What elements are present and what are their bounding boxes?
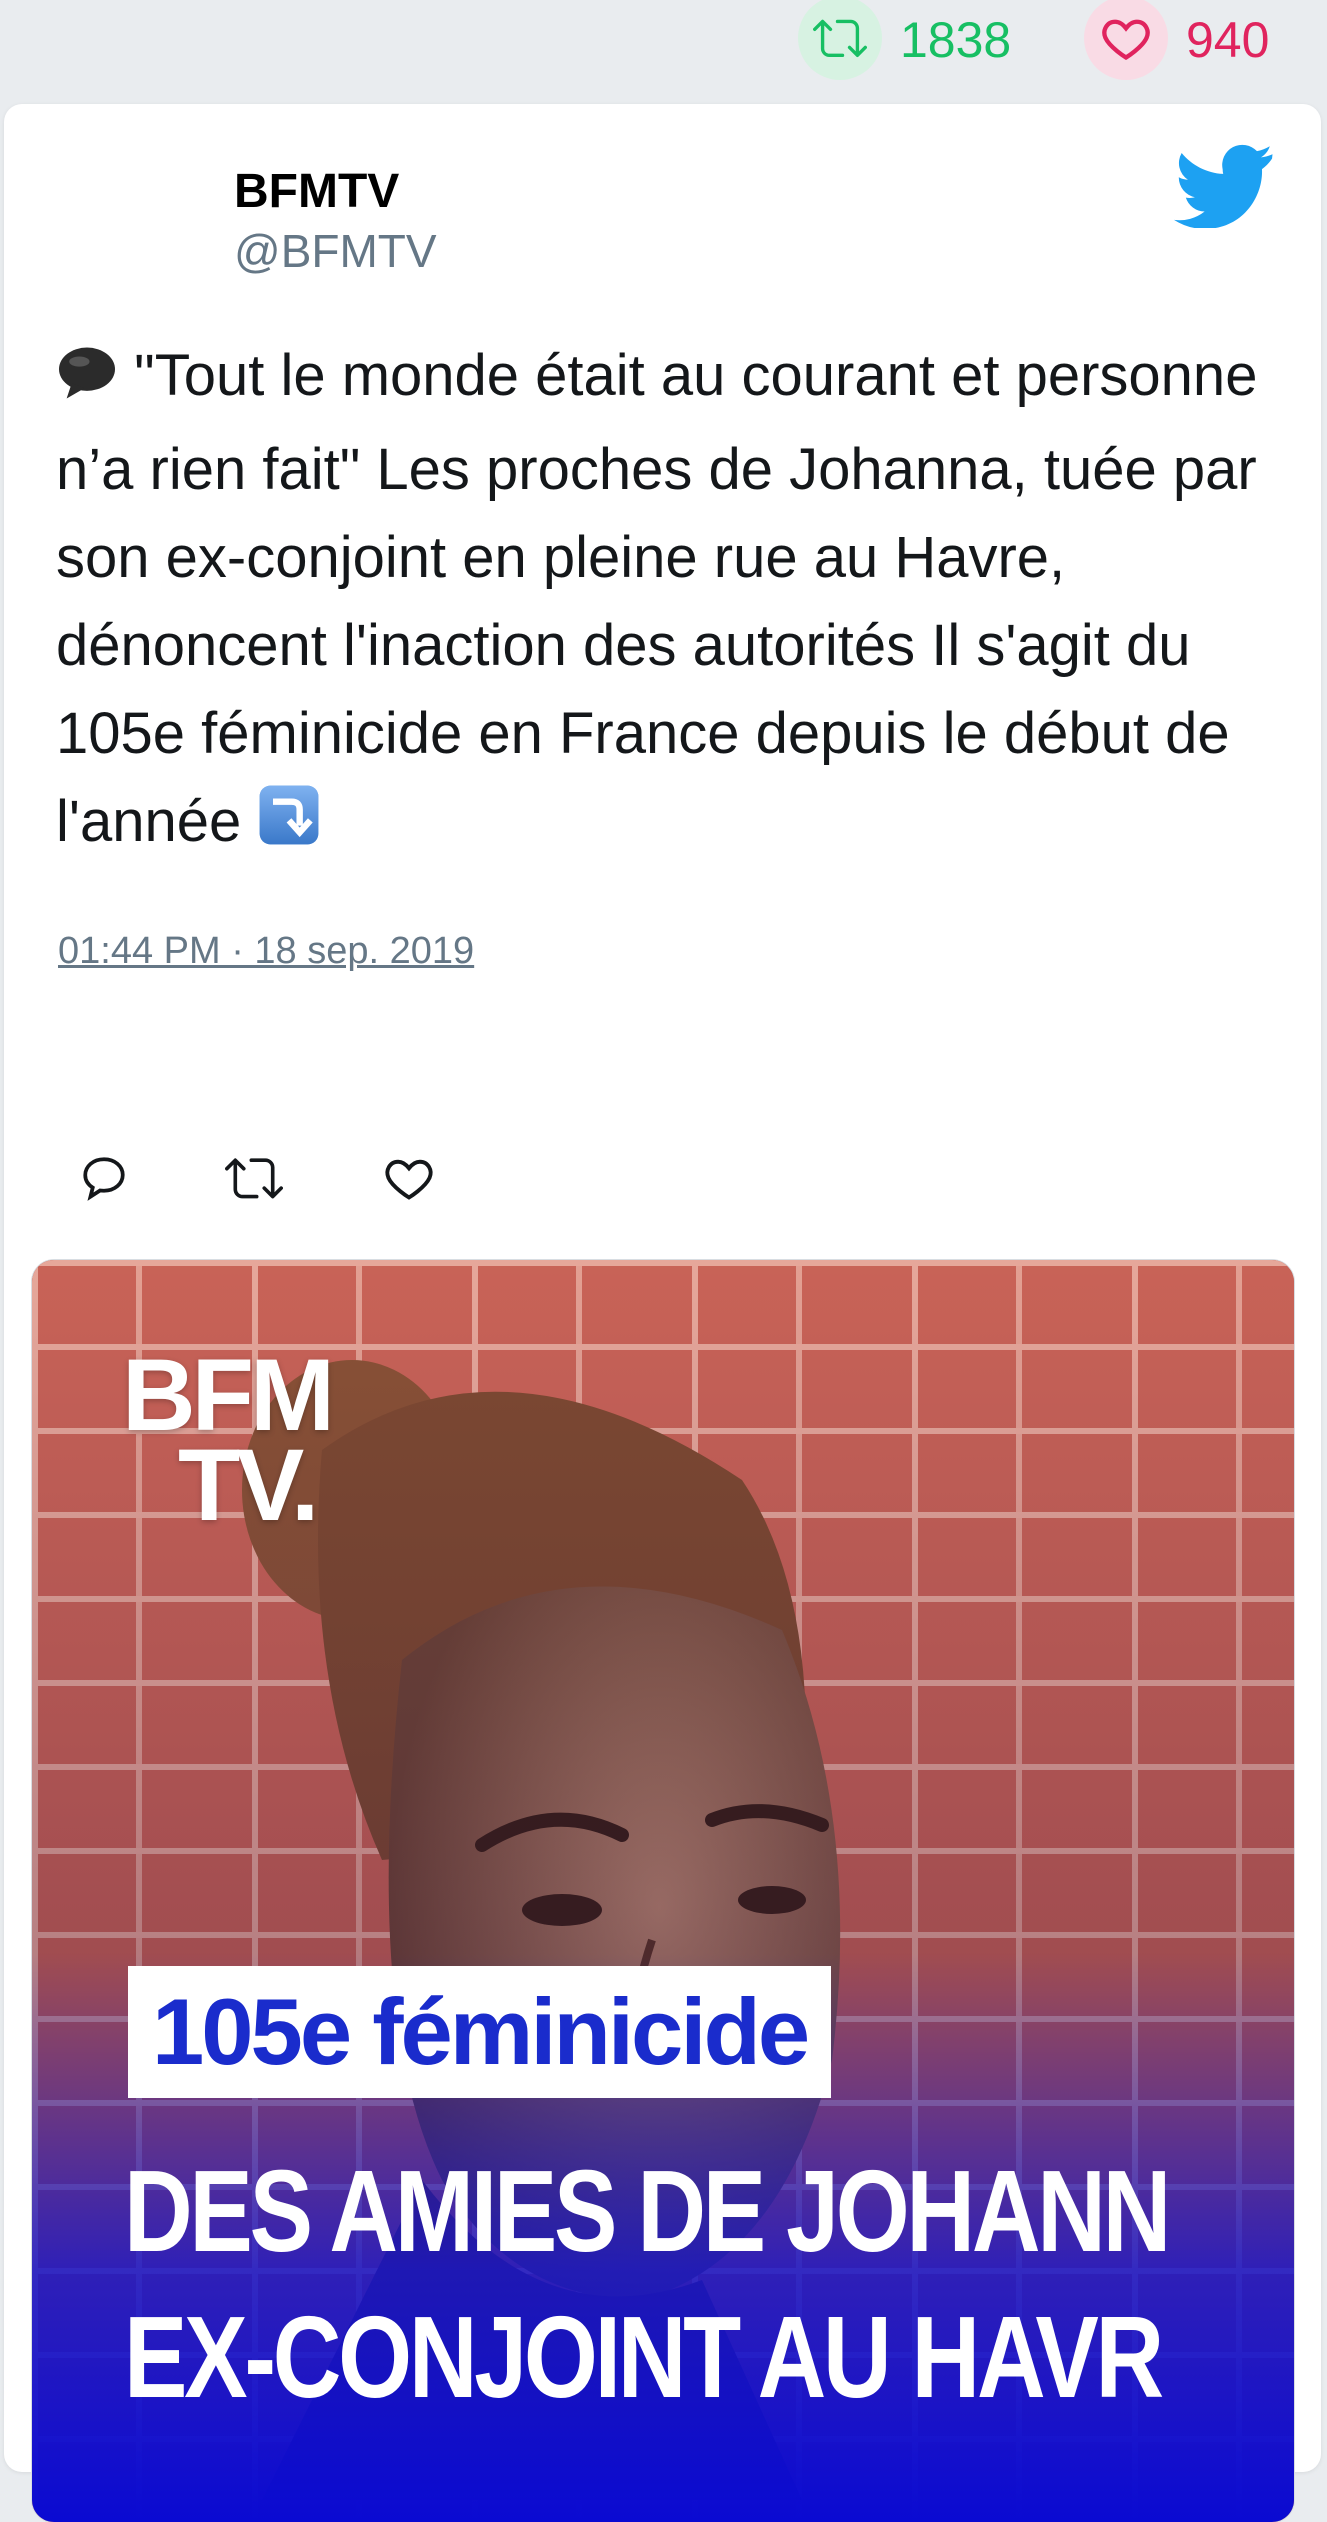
retweet-button[interactable] bbox=[224, 1150, 284, 1210]
tweet-media[interactable]: BFM TV. 105e féminicide DES AMIES DE JOH… bbox=[32, 1260, 1294, 2522]
headline-box: 105e féminicide bbox=[128, 1966, 832, 2098]
author-handle[interactable]: @BFMTV bbox=[234, 224, 437, 278]
heart-icon bbox=[1084, 0, 1168, 80]
stats-bar: 1838 940 bbox=[0, 0, 1327, 100]
reply-icon bbox=[79, 1153, 129, 1208]
like-button[interactable] bbox=[379, 1150, 439, 1210]
like-count-stat[interactable]: 940 bbox=[1084, 0, 1269, 80]
twitter-bird-icon[interactable] bbox=[1174, 144, 1274, 229]
speech-bubble-icon bbox=[56, 338, 118, 426]
media-caption-line-2: EX-CONJOINT AU HAVR bbox=[124, 2292, 1164, 2422]
media-caption-line-1: DES AMIES DE JOHANN bbox=[124, 2146, 1171, 2276]
like-count: 940 bbox=[1186, 12, 1270, 68]
retweet-icon bbox=[225, 1149, 283, 1212]
arrow-down-right-icon bbox=[257, 783, 321, 872]
author-name[interactable]: BFMTV bbox=[234, 164, 399, 219]
retweet-icon bbox=[798, 0, 882, 80]
bfmtv-logo: BFM TV. bbox=[122, 1338, 335, 1542]
retweet-count-stat[interactable]: 1838 bbox=[798, 0, 1011, 80]
reply-button[interactable] bbox=[74, 1150, 134, 1210]
media-headline: 105e féminicide bbox=[152, 1979, 810, 2084]
retweet-count: 1838 bbox=[900, 12, 1012, 68]
tweet-timestamp[interactable]: 01:44 PM · 18 sep. 2019 bbox=[58, 930, 474, 973]
tweet-card: BFMTV @BFMTV "Tout le monde était au cou… bbox=[4, 104, 1321, 2522]
tweet-body: "Tout le monde était au courant et perso… bbox=[56, 343, 1258, 854]
tweet-text: "Tout le monde était au courant et perso… bbox=[56, 332, 1286, 872]
heart-icon bbox=[383, 1152, 435, 1209]
